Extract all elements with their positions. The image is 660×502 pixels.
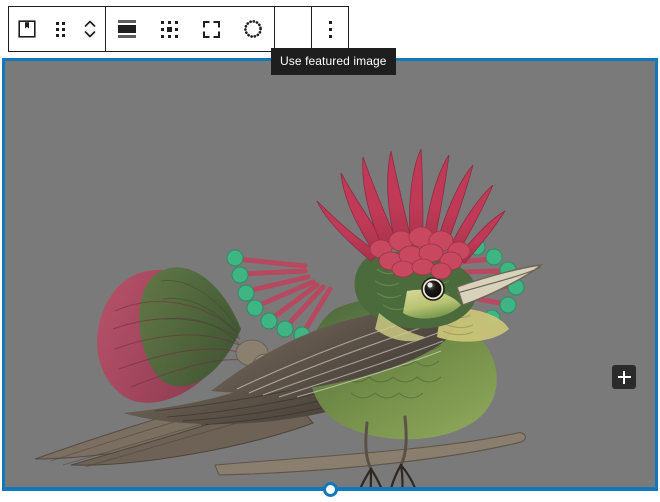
selected-block-post-featured-image[interactable] [2, 58, 658, 490]
toolbar-group-image-controls [106, 7, 275, 51]
active-button-background [281, 17, 305, 41]
dotted-circle-icon [241, 17, 265, 41]
drag-handle-icon [48, 17, 72, 41]
full-size-button[interactable] [190, 7, 232, 51]
featured-image-block-icon [15, 17, 39, 41]
featured-image-illustration [5, 61, 655, 487]
block-type-button[interactable] [9, 7, 45, 51]
options-button[interactable] [312, 7, 348, 51]
chevron-up-down-icon [78, 17, 102, 41]
expand-corners-icon [199, 17, 223, 41]
plus-icon-vertical [623, 371, 625, 384]
tooltip-use-featured-image: Use featured image [271, 48, 396, 75]
scale-bars-icon [115, 17, 139, 41]
scale-button[interactable] [106, 7, 148, 51]
editor-canvas [0, 58, 660, 502]
move-up-down-button[interactable] [75, 7, 105, 51]
add-block-button[interactable] [612, 365, 636, 389]
use-featured-image-button[interactable] [275, 7, 311, 51]
toolbar-group-featured-image [275, 7, 312, 51]
rounded-corners-button[interactable] [232, 7, 274, 51]
resize-handle[interactable] [323, 482, 338, 497]
block-media-area[interactable] [5, 61, 655, 487]
block-toolbar [8, 6, 349, 52]
toolbar-group-more [312, 7, 348, 51]
focal-point-button[interactable] [148, 7, 190, 51]
ellipsis-vertical-icon [318, 17, 342, 41]
focal-point-grid-icon [157, 17, 181, 41]
drag-handle-button[interactable] [45, 7, 75, 51]
toolbar-group-block-controls [9, 7, 106, 51]
featured-image-icon [281, 17, 305, 41]
